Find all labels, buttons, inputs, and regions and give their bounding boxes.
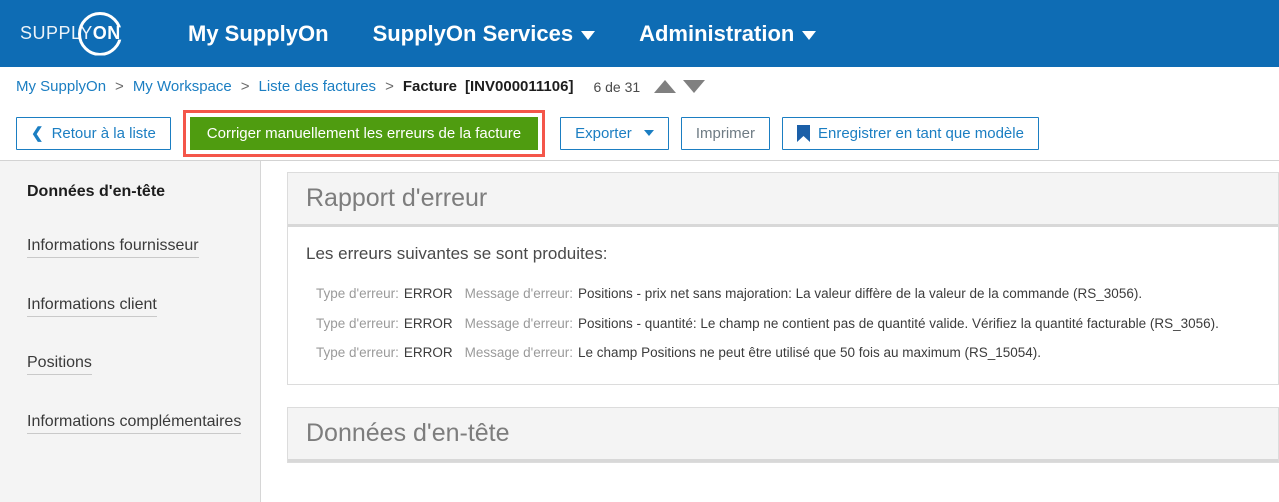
error-type-value: ERROR	[403, 286, 453, 301]
bookmark-icon	[796, 124, 810, 142]
nav-item-label: Administration	[639, 20, 795, 46]
triangle-down-icon[interactable]	[683, 80, 706, 93]
error-type-label: Type d'erreur:	[316, 345, 399, 361]
error-report-body: Les erreurs suivantes se sont produites:…	[288, 227, 1278, 384]
sidebar-item-informations-client[interactable]: Informations client	[0, 294, 260, 323]
breadcrumb-current-label: Facture	[402, 78, 458, 95]
triangle-up-icon[interactable]	[654, 80, 677, 93]
logo-wordmark: SUPPLYON	[14, 23, 121, 44]
error-message-value: Positions - quantité: Le champ ne contie…	[578, 315, 1219, 331]
correct-errors-button[interactable]: Corriger manuellement les erreurs de la …	[189, 116, 539, 150]
top-navigation-bar: SUPPLYON My SupplyOn SupplyOn Services A…	[0, 0, 1279, 67]
chevron-down-icon	[643, 130, 654, 136]
correct-errors-highlight: Corriger manuellement les erreurs de la …	[182, 109, 546, 157]
print-label: Imprimer	[695, 124, 755, 142]
breadcrumb-link-my-supplyon[interactable]: My SupplyOn	[16, 78, 106, 95]
chevron-down-icon	[581, 30, 596, 40]
chevron-down-icon	[802, 30, 817, 40]
breadcrumb-current-id: [INV000011106]	[465, 78, 574, 95]
breadcrumb-link-liste-des-factures[interactable]: Liste des factures	[259, 78, 377, 95]
error-type-value: ERROR	[403, 345, 453, 361]
nav-item-administration[interactable]: Administration	[617, 15, 838, 53]
nav-item-label: My SupplyOn	[188, 20, 329, 46]
nav-item-label: SupplyOn Services	[372, 20, 574, 46]
nav-item-supplyon-services[interactable]: SupplyOn Services	[351, 15, 618, 53]
export-button[interactable]: Exporter	[560, 116, 669, 150]
breadcrumb-link-my-workspace[interactable]: My Workspace	[133, 78, 232, 95]
breadcrumb-separator: >	[115, 78, 124, 95]
breadcrumb-separator: >	[240, 78, 250, 95]
breadcrumb-separator: >	[385, 78, 394, 95]
sidebar-item-informations-complementaires[interactable]: Informations complémentaires	[0, 411, 260, 440]
print-button[interactable]: Imprimer	[680, 116, 770, 150]
error-report-panel: Rapport d'erreur Les erreurs suivantes s…	[287, 172, 1279, 385]
error-message-value: Positions - prix net sans majoration: La…	[578, 286, 1143, 301]
record-counter: 6 de 31	[593, 78, 641, 95]
error-report-intro: Les erreurs suivantes se sont produites:	[306, 244, 608, 263]
sidebar-item-positions[interactable]: Positions	[0, 352, 260, 381]
sidebar-item-label: Informations client	[27, 295, 157, 317]
action-toolbar: ❮ Retour à la liste Corriger manuellemen…	[0, 106, 1279, 161]
error-report-title: Rapport d'erreur	[288, 173, 1278, 227]
error-row: Type d'erreur: ERROR Message d'erreur: Posi…	[306, 279, 1260, 309]
logo-text-supply: SUPPLY	[20, 23, 93, 43]
back-to-list-button[interactable]: ❮ Retour à la liste	[16, 116, 171, 150]
error-message-value: Le champ Positions ne peut être utilisé …	[578, 345, 1042, 361]
save-as-template-button[interactable]: Enregistrer en tant que modèle	[781, 116, 1039, 150]
sidebar-item-informations-fournisseur[interactable]: Informations fournisseur	[0, 235, 260, 264]
error-type-label: Type d'erreur:	[316, 315, 399, 331]
save-as-template-label: Enregistrer en tant que modèle	[817, 124, 1024, 142]
record-navigation-arrows	[654, 80, 706, 93]
error-row: Type d'erreur: ERROR Message d'erreur: Le c…	[306, 338, 1260, 368]
logo-text-on: ON	[92, 23, 121, 43]
breadcrumb: My SupplyOn > My Workspace > Liste des f…	[0, 67, 1279, 106]
header-data-panel: Données d'en-tête	[287, 406, 1279, 463]
nav-item-my-supplyon[interactable]: My SupplyOn	[166, 15, 351, 53]
chevron-left-icon: ❮	[31, 124, 44, 142]
error-type-value: ERROR	[403, 315, 453, 331]
error-message-label: Message d'erreur:	[464, 286, 574, 301]
sidebar-item-label: Positions	[27, 354, 92, 376]
top-nav-items: My SupplyOn SupplyOn Services Administra…	[166, 15, 838, 53]
sidebar-item-label: Informations fournisseur	[27, 237, 199, 258]
main-content: Rapport d'erreur Les erreurs suivantes s…	[261, 161, 1279, 502]
header-data-title: Données d'en-tête	[288, 407, 1278, 462]
correct-errors-label: Corriger manuellement les erreurs de la …	[206, 124, 522, 142]
sidebar-header: Données d'en-tête	[27, 183, 166, 200]
error-type-label: Type d'erreur:	[316, 286, 399, 301]
back-to-list-label: Retour à la liste	[51, 124, 156, 142]
supplyon-logo[interactable]: SUPPLYON	[14, 8, 144, 60]
error-message-label: Message d'erreur:	[464, 315, 574, 331]
page-body: Données d'en-tête Informations fournisse…	[0, 161, 1279, 502]
sidebar-navigation: Données d'en-tête Informations fournisse…	[0, 161, 261, 502]
error-message-label: Message d'erreur:	[464, 345, 574, 361]
error-row: Type d'erreur: ERROR Message d'erreur: Posi…	[306, 309, 1260, 339]
sidebar-item-label: Informations complémentaires	[27, 412, 242, 434]
export-label: Exporter	[575, 124, 632, 142]
